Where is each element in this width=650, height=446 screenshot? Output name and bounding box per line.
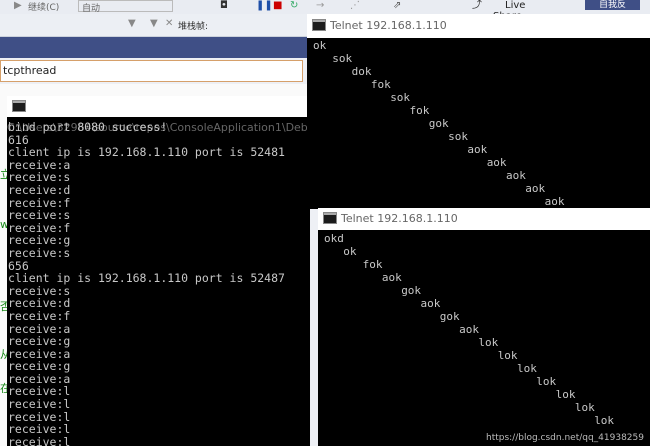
live-share-button[interactable]: Live Share (493, 0, 557, 22)
console-line: receive:s (8, 245, 71, 260)
console-line: receive:l (8, 422, 71, 437)
telnet-1-title: Telnet 192.168.1.110 (330, 19, 447, 32)
telnet-window-1[interactable]: Telnet 192.168.1.110 ok sok dok fok sok fok go… (307, 14, 650, 209)
console-line: receive:s (8, 208, 71, 223)
play-icon[interactable]: ▶ (14, 1, 22, 11)
telnet-line: sok (332, 52, 353, 65)
console-line: receive:l (8, 397, 71, 412)
vs-toolbar-debug: ▼ ▼ ✕ 堆栈帧: (0, 14, 310, 37)
step-over-icon[interactable]: ⋰ (350, 1, 360, 11)
telnet-line: sok (390, 91, 411, 104)
console-icon (323, 212, 337, 224)
telnet-line: aok (506, 169, 526, 182)
restart-icon[interactable]: ↻ (290, 1, 298, 11)
stack-frame-label: 堆栈帧: (178, 22, 209, 32)
console-icon (312, 19, 326, 31)
telnet-line: aok (525, 182, 546, 195)
vs-toolbar-top: ▶ 继续(C) 自动 ◘ ❚❚ ■ ↻ → ⋰ ⇗ ⤴ Live Share 自… (0, 0, 650, 22)
telnet-line: okd (324, 232, 344, 245)
camera-icon[interactable]: ◘ (220, 1, 228, 11)
filter-icon[interactable]: ▼ (128, 19, 136, 29)
telnet-line: fok (370, 78, 391, 91)
telnet-line: aok (459, 323, 479, 336)
telnet-line: gok (428, 117, 449, 130)
share-icon[interactable]: ⤴ (472, 1, 482, 11)
telnet-2-titlebar[interactable]: Telnet 192.168.1.110 (318, 208, 650, 230)
telnet-line: aok (420, 297, 441, 310)
telnet-line: dok (351, 65, 372, 78)
telnet-line: sok (448, 130, 468, 143)
stop-icon[interactable]: ■ (273, 1, 282, 11)
watermark: https://blog.csdn.net/qq_41938259 (485, 433, 644, 443)
telnet-window-2[interactable]: Telnet 192.168.1.110 okd ok fok aok gok aok go… (318, 208, 650, 446)
server-console-titlebar[interactable]: C:\Users\32964\source\repos\ConsoleAppli… (7, 96, 310, 134)
telnet-line: aok (544, 195, 565, 208)
telnet-2-title: Telnet 192.168.1.110 (341, 212, 458, 225)
telnet-line: fok (362, 258, 383, 271)
thread-path-field[interactable]: tcpthread (0, 60, 303, 82)
console-line: receive:l (8, 434, 71, 446)
step-out-icon[interactable]: ⇗ (393, 1, 401, 11)
close-icon[interactable]: ✕ (165, 19, 173, 29)
telnet-line: lok (497, 349, 518, 362)
telnet-line: ok (313, 39, 327, 52)
feedback-button[interactable]: 自我反 (585, 0, 640, 10)
console-line: receive:g (8, 359, 71, 374)
server-console-window[interactable]: C:\Users\32964\source\repos\ConsoleAppli… (7, 96, 310, 446)
console-line: bind port 8080 success! (8, 120, 168, 134)
telnet-line: aok (486, 156, 507, 169)
pause-icon[interactable]: ❚❚ (256, 1, 273, 11)
telnet-line: gok (439, 310, 460, 323)
step-icon[interactable]: → (316, 1, 324, 11)
telnet-line: fok (409, 104, 430, 117)
telnet-1-titlebar[interactable]: Telnet 192.168.1.110 (307, 14, 650, 38)
console-line: receive:g (8, 334, 71, 349)
vs-tab-strip (0, 37, 310, 58)
telnet-line: aok (381, 271, 402, 284)
telnet-line: gok (401, 284, 422, 297)
console-line: client ip is 192.168.1.110 port is 52487 (8, 271, 285, 286)
telnet-line: ok (343, 245, 357, 258)
telnet-line: lok (574, 401, 595, 414)
server-console-output: bind port 8080 success! 616 client ip is 1… (8, 121, 310, 446)
telnet-line: lok (555, 388, 576, 401)
telnet-line: aok (467, 143, 488, 156)
console-line: receive:d (8, 182, 71, 197)
telnet-line: lok (594, 414, 615, 427)
telnet-line: lok (478, 336, 499, 349)
console-line: receive:f (8, 308, 71, 323)
thread-path-text: tcpthread (3, 64, 57, 77)
telnet-line: lok (517, 362, 537, 375)
continue-button[interactable]: 继续(C) (28, 0, 59, 13)
thread-icon[interactable]: ▼ (150, 19, 158, 29)
console-line: client ip is 192.168.1.110 port is 52481 (8, 145, 285, 160)
debug-target-dropdown[interactable]: 自动 (78, 0, 173, 14)
telnet-line: lok (536, 375, 557, 388)
console-icon (12, 100, 26, 112)
